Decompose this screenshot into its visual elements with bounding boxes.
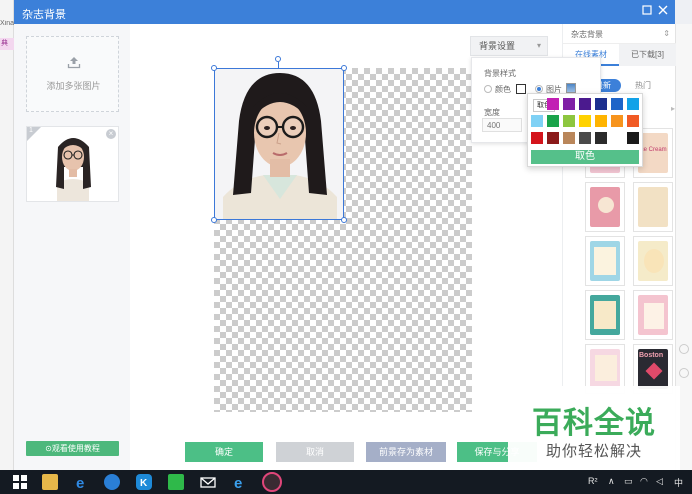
color-swatch-option[interactable] [531,115,543,127]
material-card[interactable] [585,236,625,286]
tab-downloaded[interactable]: 已下载[3] [619,44,676,66]
color-swatch-option[interactable] [595,132,607,144]
file-explorer-icon[interactable] [42,474,58,490]
material-card[interactable] [633,182,673,232]
color-swatch-option[interactable] [611,98,623,110]
portrait-image [215,69,343,219]
color-swatch-option[interactable] [547,115,559,127]
ime-indicator[interactable]: 中 [674,476,683,489]
chevron-down-icon: ▾ [536,41,541,50]
color-swatch[interactable] [516,84,526,94]
app-k-icon[interactable]: K [136,474,152,490]
battery-icon[interactable]: ▭ [624,476,633,487]
background-settings-dropdown[interactable]: 背景设置 ▾ [470,36,548,56]
tray-arrow-icon[interactable]: ∧ [608,476,615,487]
material-card-text: Boston [639,352,664,359]
resize-handle-top-left[interactable] [211,65,217,71]
color-picker-popup: 取色 取色 [527,93,643,167]
close-icon[interactable] [658,4,668,18]
color-swatch-option[interactable] [627,98,639,110]
color-swatch-option[interactable] [547,98,559,110]
color-swatch-option[interactable] [531,132,543,144]
rotate-handle[interactable] [275,56,281,62]
watch-tutorial-button[interactable]: ⊙观看使用教程 [26,441,119,456]
ie-icon[interactable]: e [232,474,248,492]
magazine-background-dialog: 杂志背景 添加多张图片 1 × ⊙观看使用教程 背景设置 ▾ 确定 取消 前景存… [14,0,680,470]
image-list-panel: 添加多张图片 1 × ⊙观看使用教程 [14,24,130,470]
material-card[interactable] [633,290,673,340]
color-swatch-option[interactable] [579,115,591,127]
image-thumbnail[interactable]: 1 × [26,126,119,202]
radio-image[interactable] [535,85,543,93]
color-swatch-option[interactable] [611,132,623,144]
radio-color[interactable] [484,85,492,93]
app-green-icon[interactable] [168,474,184,490]
thumbnail-index: 1 [29,127,33,134]
resize-handle-top-right[interactable] [341,65,347,71]
image-swatch[interactable] [566,83,576,93]
watermark-subtitle: 助你轻松解决 [545,443,642,460]
color-swatch-option[interactable] [563,115,575,127]
volume-icon[interactable]: ◁ [656,476,663,487]
color-swatch-option[interactable] [579,98,591,110]
upload-icon [67,57,81,69]
background-window-tag: 典 [0,38,14,50]
width-label: 宽度 [484,108,500,117]
material-category-dropdown[interactable]: 杂志背景 ⇕ [563,24,676,44]
background-window-strip: Xinao 典 [0,0,14,470]
maximize-icon[interactable] [642,4,652,18]
svg-text:e: e [76,475,84,490]
tray-text: R² [588,476,598,486]
color-swatch-option[interactable] [563,132,575,144]
svg-text:e: e [234,475,242,490]
add-images-label: 添加多张图片 [46,81,101,91]
color-swatch-option[interactable] [547,132,559,144]
remove-thumbnail-icon[interactable]: × [106,129,116,139]
width-input[interactable] [482,118,522,132]
background-settings-label: 背景设置 [479,41,516,51]
background-style-title: 背景样式 [484,69,516,78]
color-swatch-option[interactable] [595,115,607,127]
material-category-label: 杂志背景 [571,30,603,39]
start-icon[interactable] [12,474,28,490]
pick-color-button[interactable]: 取色 [531,150,639,164]
color-swatch-option[interactable] [595,98,607,110]
watermark-title: 百科全说 [532,407,656,440]
color-swatch-option[interactable] [627,132,639,144]
color-swatch-option[interactable] [611,115,623,127]
windows-taskbar: e K e R² ∧ ▭ ◠ ◁ 中 [0,470,692,494]
resize-handle-bottom-left[interactable] [211,217,217,223]
material-card[interactable] [585,182,625,232]
resize-handle-bottom-right[interactable] [341,217,347,223]
edge-icon[interactable]: e [74,474,90,492]
svg-text:K: K [140,478,148,489]
reload-icon[interactable] [679,368,689,378]
sogou-icon[interactable] [104,474,120,490]
material-card[interactable] [633,236,673,286]
add-images-button[interactable]: 添加多张图片 [26,36,119,112]
color-swatch-option[interactable] [563,98,575,110]
save-as-material-button[interactable]: 前景存为素材 [366,442,446,462]
updown-arrow-icon: ⇕ [663,29,670,38]
chevron-right-icon[interactable]: ▸ [671,104,675,113]
dialog-title: 杂志背景 [22,9,66,21]
confirm-button[interactable]: 确定 [185,442,263,462]
material-card-text: Ice Cream [639,147,667,153]
color-swatch-option[interactable] [627,115,639,127]
material-card[interactable] [585,290,625,340]
subtab-hot[interactable]: 热门 [625,79,661,92]
desktop: Xinao 典 杂志背景 添加多张图片 [0,0,692,494]
wifi-icon[interactable]: ◠ [640,476,648,487]
dialog-title-bar: 杂志背景 [14,0,675,24]
refresh-icon[interactable] [679,344,689,354]
color-swatch-option[interactable] [579,132,591,144]
background-window-text: Xinao [0,20,14,27]
beauty-app-icon[interactable] [262,472,282,492]
cancel-button[interactable]: 取消 [276,442,354,462]
mail-icon[interactable] [200,474,216,490]
rotation-handle-line [278,62,279,68]
portrait-layer[interactable] [214,68,344,220]
watermark: 百科全说 助你轻松解决 [508,386,680,470]
radio-color-label: 颜色 [495,85,511,94]
